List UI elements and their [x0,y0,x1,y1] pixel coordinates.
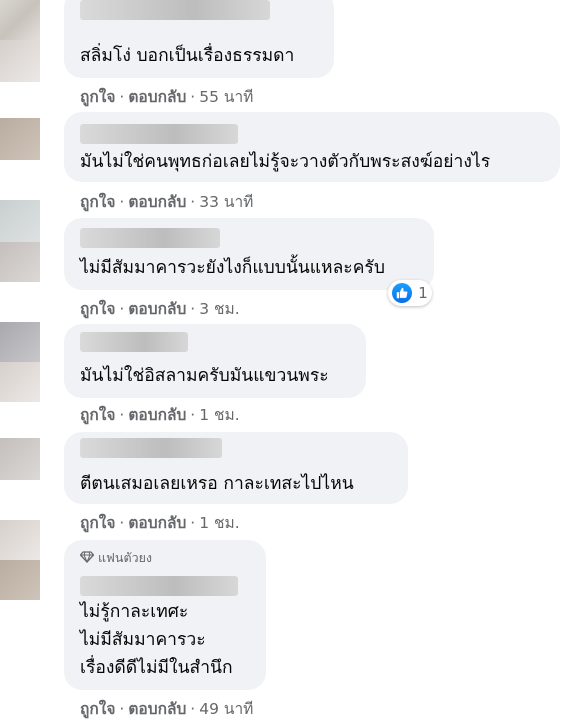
avatar[interactable] [0,200,40,242]
avatar [0,242,40,282]
comment-text: สลิ่มโง่ บอกเป็นเรื่องธรรมดา [80,46,295,66]
reply-button[interactable]: ตอบกลับ [128,406,186,424]
reply-button[interactable]: ตอบกลับ [128,700,186,718]
author-name[interactable] [80,124,238,144]
timestamp[interactable]: 33 นาที [199,193,253,211]
like-button[interactable]: ถูกใจ [80,193,115,211]
comment-actions: ถูกใจ · ตอบกลับ · 1 ชม. [80,402,240,427]
reaction-summary[interactable]: 1 [388,280,432,306]
like-button[interactable]: ถูกใจ [80,514,115,532]
reply-button[interactable]: ตอบกลับ [128,88,186,106]
avatar [0,40,40,82]
separator: · [190,700,196,718]
comment-text: ไม่รู้กาละเทศะ [80,602,189,622]
like-button[interactable]: ถูกใจ [80,406,115,424]
timestamp[interactable]: 1 ชม. [199,406,239,424]
timestamp[interactable]: 1 ชม. [199,514,239,532]
avatar[interactable] [0,520,40,560]
author-name[interactable] [80,438,222,458]
comment-actions: ถูกใจ · ตอบกลับ · 1 ชม. [80,510,240,535]
diamond-icon [79,550,95,566]
author-name[interactable] [80,228,220,248]
comment-text: ไม่มีสัมมาคารวะ [80,630,206,650]
separator: · [190,193,196,211]
separator: · [119,406,125,424]
avatar[interactable] [0,118,40,160]
timestamp[interactable]: 49 นาที [199,700,253,718]
reply-button[interactable]: ตอบกลับ [128,193,186,211]
like-button[interactable]: ถูกใจ [80,700,115,718]
avatar [0,560,40,600]
separator: · [119,88,125,106]
comment-actions: ถูกใจ · ตอบกลับ · 55 นาที [80,84,253,109]
separator: · [119,193,125,211]
separator: · [190,88,196,106]
separator: · [119,300,125,318]
author-name[interactable] [80,0,270,20]
timestamp[interactable]: 55 นาที [199,88,253,106]
comment-text: ไม่มีสัมมาคารวะยังไงก็แบบนั้นแหละครับ [80,258,385,278]
avatar[interactable] [0,322,40,362]
thumbs-up-icon [392,283,413,303]
separator: · [119,700,125,718]
avatar [0,362,40,402]
like-button[interactable]: ถูกใจ [80,300,115,318]
comment-text: เรื่องดีดีไม่มีในสำนึก [80,658,233,678]
reaction-count: 1 [418,284,428,302]
separator: · [190,406,196,424]
separator: · [119,514,125,532]
badge-label: แฟนตัวยง [98,550,153,565]
timestamp[interactable]: 3 ชม. [199,300,239,318]
author-name[interactable] [80,576,238,596]
avatar[interactable] [0,438,40,480]
separator: · [190,514,196,532]
author-name[interactable] [80,332,188,352]
comment-text: มันไม่ใช่คนพุทธก่อเลยไม่รู้จะวางตัวกับพร… [80,152,491,172]
avatar[interactable] [0,0,40,40]
top-fan-badge[interactable]: แฟนตัวยง [79,548,153,568]
separator: · [190,300,196,318]
reply-button[interactable]: ตอบกลับ [128,300,186,318]
comment-actions: ถูกใจ · ตอบกลับ · 33 นาที [80,189,253,214]
comment-actions: ถูกใจ · ตอบกลับ · 49 นาที [80,696,253,721]
reply-button[interactable]: ตอบกลับ [128,514,186,532]
comment-text: มันไม่ใช่อิสลามครับมันแขวนพระ [80,366,329,386]
like-button[interactable]: ถูกใจ [80,88,115,106]
comment-actions: ถูกใจ · ตอบกลับ · 3 ชม. [80,296,240,321]
comment-text: ตีตนเสมอเลยเหรอ กาละเทสะไปไหน [80,474,354,494]
